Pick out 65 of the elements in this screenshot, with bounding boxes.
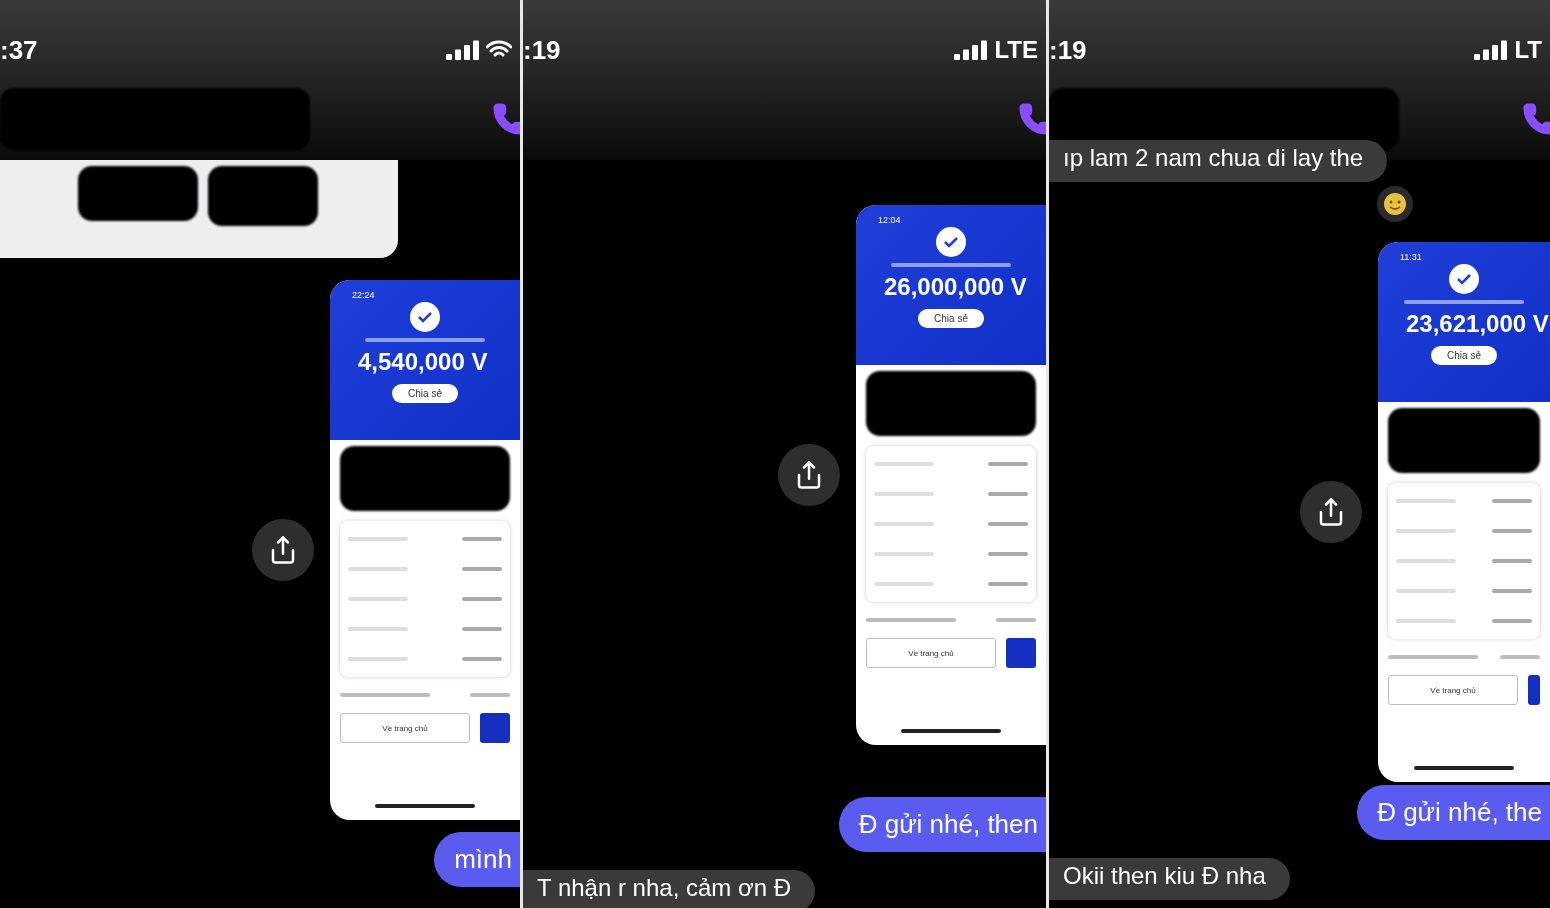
blurred-text bbox=[1396, 589, 1456, 593]
blurred-text bbox=[988, 492, 1028, 496]
received-message: ıp lam 2 nam chua di lay the bbox=[1049, 140, 1388, 182]
blurred-text bbox=[1396, 529, 1456, 533]
blurred-text bbox=[462, 597, 502, 601]
blurred-text bbox=[988, 522, 1028, 526]
received-message: Okii then kiu Đ nha bbox=[1049, 858, 1290, 900]
blurred-text bbox=[1396, 559, 1456, 563]
check-circle-icon bbox=[1449, 264, 1479, 294]
blurred-text bbox=[874, 462, 934, 466]
phone-call-icon[interactable] bbox=[492, 102, 520, 136]
blurred-text bbox=[996, 618, 1036, 622]
blurred-text bbox=[462, 657, 502, 661]
receipt-time: 11:31 bbox=[1399, 251, 1422, 262]
share-pill-button[interactable]: Chia sẻ bbox=[1431, 346, 1497, 365]
sent-message: mình bbox=[434, 832, 520, 887]
blurred-text bbox=[1396, 619, 1456, 623]
blurred-text bbox=[462, 627, 502, 631]
signal-icon bbox=[1474, 40, 1509, 60]
blurred-text bbox=[874, 552, 934, 556]
share-pill-button[interactable]: Chia sẻ bbox=[918, 309, 984, 328]
status-time: :37 bbox=[0, 34, 38, 66]
blurred-text bbox=[1500, 655, 1540, 659]
blurred-text bbox=[348, 627, 408, 631]
signal-icon bbox=[446, 40, 480, 60]
blurred-text bbox=[470, 693, 510, 697]
blurred-text bbox=[1492, 589, 1532, 593]
blurred-text bbox=[874, 582, 934, 586]
home-button[interactable]: Về trang chủ bbox=[1388, 675, 1518, 705]
check-circle-icon bbox=[410, 302, 440, 332]
share-pill-button[interactable]: Chia sẻ bbox=[392, 384, 458, 403]
blurred-text bbox=[1492, 499, 1532, 503]
blurred-text bbox=[1396, 499, 1456, 503]
transfer-amount: 26,000,000 V bbox=[883, 273, 1027, 301]
status-time: :19 bbox=[1049, 34, 1087, 66]
blurred-text bbox=[1492, 559, 1532, 563]
receipt-time: 12:04 bbox=[877, 214, 901, 225]
blurred-text bbox=[462, 537, 502, 541]
status-time: :19 bbox=[523, 34, 561, 66]
blurred-text bbox=[348, 567, 408, 571]
blurred-text bbox=[1492, 529, 1532, 533]
transfer-amount: 23,621,000 V bbox=[1405, 310, 1549, 338]
blurred-text bbox=[348, 597, 408, 601]
network-label: LT bbox=[1514, 36, 1542, 64]
home-button[interactable]: Về trang chủ bbox=[866, 638, 996, 668]
blurred-text bbox=[874, 492, 934, 496]
network-label: LTE bbox=[994, 36, 1038, 64]
phone-call-icon[interactable] bbox=[1018, 102, 1046, 136]
receipt-time: 22:24 bbox=[351, 289, 375, 300]
sent-message: Đ gửi nhé, then bbox=[838, 797, 1046, 852]
blurred-text bbox=[988, 552, 1028, 556]
sent-message: Đ gửi nhé, the bbox=[1357, 785, 1550, 840]
received-message: T nhận r nha, cảm ơn Đ bbox=[523, 870, 816, 908]
signal-icon bbox=[954, 40, 989, 60]
home-button[interactable]: Về trang chủ bbox=[340, 713, 470, 743]
blurred-text bbox=[462, 567, 502, 571]
check-circle-icon bbox=[936, 227, 966, 257]
blurred-text bbox=[348, 657, 408, 661]
blurred-text bbox=[874, 522, 934, 526]
blurred-text bbox=[988, 462, 1028, 466]
blurred-text bbox=[1492, 619, 1532, 623]
blurred-text bbox=[988, 582, 1028, 586]
phone-call-icon[interactable] bbox=[1522, 102, 1550, 136]
blurred-text bbox=[348, 537, 408, 541]
transfer-amount: 4,540,000 V bbox=[357, 348, 488, 376]
